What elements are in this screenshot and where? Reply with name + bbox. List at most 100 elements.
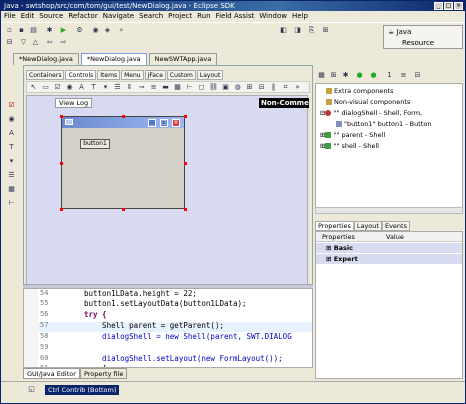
date-control-icon[interactable]: ▣ bbox=[221, 83, 230, 92]
tab-events[interactable]: Events bbox=[381, 221, 410, 231]
toolbar-control-icon[interactable]: ⊞ bbox=[245, 83, 254, 92]
menu-file[interactable]: File bbox=[4, 11, 16, 22]
canvas-control-icon[interactable]: ◻ bbox=[197, 83, 206, 92]
design-canvas[interactable]: View Log Non-Comme _ □ × button1 bbox=[26, 95, 309, 285]
tree-item[interactable]: ⊟ "" dialogShell - Shell, Form, bbox=[320, 109, 422, 117]
menu-run[interactable]: Run bbox=[197, 11, 210, 22]
menu-help[interactable]: Help bbox=[292, 11, 308, 22]
checkbox-icon[interactable]: ☑ bbox=[7, 101, 16, 110]
green-dot-icon[interactable]: ● bbox=[369, 71, 378, 80]
perspective-icon[interactable]: ◧ bbox=[279, 26, 288, 35]
property-group-expert[interactable]: ⊞ Expert bbox=[316, 254, 462, 264]
link-control-icon[interactable]: ⛓ bbox=[209, 83, 218, 92]
menu-field-assist[interactable]: Field Assist bbox=[216, 11, 255, 22]
tab-menu[interactable]: Menu bbox=[121, 70, 144, 80]
save-icon[interactable]: ▪ bbox=[17, 26, 26, 35]
open-perspective-icon[interactable]: ⊞ bbox=[321, 26, 330, 35]
selection-handle[interactable] bbox=[184, 208, 187, 211]
status-green-icon[interactable]: ● bbox=[355, 71, 364, 80]
minimize-button[interactable]: _ bbox=[434, 2, 443, 10]
tools-icon[interactable]: ✱ bbox=[341, 71, 350, 80]
collapse-icon[interactable]: ⊟ bbox=[413, 71, 422, 80]
selection-handle[interactable] bbox=[184, 162, 187, 165]
tab-controls[interactable]: Controls bbox=[65, 70, 97, 80]
table-control-icon[interactable]: ▦ bbox=[173, 83, 182, 92]
layout-icon[interactable]: ⊞ bbox=[329, 71, 338, 80]
search-icon[interactable]: ⌕ bbox=[117, 26, 126, 35]
tab-newswtapp[interactable]: NewSWTApp.java bbox=[148, 53, 218, 65]
number-icon[interactable]: 1 bbox=[385, 71, 394, 80]
next-annotation-icon[interactable]: ▽ bbox=[19, 38, 28, 47]
maximize-button[interactable]: □ bbox=[444, 2, 453, 10]
list-icon[interactable]: ☰ bbox=[7, 171, 16, 180]
check-control-icon[interactable]: ☑ bbox=[53, 83, 62, 92]
tab-items[interactable]: Items bbox=[97, 70, 121, 80]
combo-control-icon[interactable]: ▾ bbox=[101, 83, 110, 92]
debug-icon[interactable]: ✱ bbox=[45, 26, 54, 35]
menu-refactor[interactable]: Refactor bbox=[68, 11, 97, 22]
grid-icon[interactable]: ▦ bbox=[317, 71, 326, 80]
spinner-control-icon[interactable]: ⇕ bbox=[125, 83, 134, 92]
tab-layout[interactable]: Layout bbox=[196, 70, 224, 80]
menu-search[interactable]: Search bbox=[139, 11, 163, 22]
menu-edit[interactable]: Edit bbox=[21, 11, 35, 22]
tab-newdialog-2[interactable]: *NewDialog.java bbox=[80, 53, 147, 65]
selection-handle[interactable] bbox=[60, 208, 63, 211]
radio-icon[interactable]: ◉ bbox=[7, 115, 16, 124]
tree-item[interactable]: ⊞ "" shell - Shell bbox=[320, 142, 379, 150]
tab-gui-java-editor[interactable]: GUI/Java Editor bbox=[23, 368, 80, 379]
menu-window[interactable]: Window bbox=[259, 11, 287, 22]
new-class-icon[interactable]: ◉ bbox=[91, 26, 100, 35]
sash-control-icon[interactable]: ‖ bbox=[269, 83, 278, 92]
tab-property-file[interactable]: Property file bbox=[79, 368, 128, 379]
text-icon[interactable]: T bbox=[7, 143, 16, 152]
selection-handle[interactable] bbox=[60, 162, 63, 165]
button1-preview[interactable]: button1 bbox=[80, 139, 110, 149]
view-log-tab[interactable]: View Log bbox=[55, 98, 93, 108]
new-icon[interactable]: ▫ bbox=[5, 26, 14, 35]
tab-properties[interactable]: Properties bbox=[315, 221, 354, 231]
tree-item[interactable]: Non-visual components bbox=[326, 98, 410, 106]
print-icon[interactable]: ▤ bbox=[29, 26, 38, 35]
external-tools-icon[interactable]: ⚙ bbox=[75, 26, 84, 35]
forward-icon[interactable]: ⇨ bbox=[59, 38, 68, 47]
tree-control-icon[interactable]: ⊢ bbox=[185, 83, 194, 92]
coolbar-control-icon[interactable]: ⊟ bbox=[257, 83, 266, 92]
combo-icon[interactable]: ▾ bbox=[7, 157, 16, 166]
format-icon[interactable]: ≡ bbox=[399, 71, 408, 80]
open-type-icon[interactable]: ◈ bbox=[103, 26, 112, 35]
code-editor[interactable]: 54 55 56 57 58 59 60 61 button1LData.hei… bbox=[23, 288, 313, 368]
back-icon[interactable]: ⇦ bbox=[45, 38, 54, 47]
table-icon[interactable]: ▦ bbox=[7, 185, 16, 194]
pointer-icon[interactable]: ↖ bbox=[29, 83, 38, 92]
radio-control-icon[interactable]: ◉ bbox=[65, 83, 74, 92]
label-icon[interactable]: A bbox=[7, 129, 16, 138]
java-perspective-button[interactable]: ☕ Java bbox=[388, 28, 411, 36]
label-control-icon[interactable]: A bbox=[77, 83, 86, 92]
selection-handle[interactable] bbox=[122, 208, 125, 211]
selection-handle[interactable] bbox=[184, 115, 187, 118]
selection-handle[interactable] bbox=[122, 115, 125, 118]
list-control-icon[interactable]: ☰ bbox=[113, 83, 122, 92]
resource-perspective-button[interactable]: Resource bbox=[402, 39, 434, 47]
tree-item[interactable]: ⊞ "" parent - Shell bbox=[320, 131, 385, 139]
browser-control-icon[interactable]: ◍ bbox=[233, 83, 242, 92]
fast-view-icon[interactable]: ◱ bbox=[27, 385, 36, 394]
scale-control-icon[interactable]: ≡ bbox=[149, 83, 158, 92]
menu-project[interactable]: Project bbox=[168, 11, 192, 22]
button-control-icon[interactable]: ▭ bbox=[41, 83, 50, 92]
tree-item[interactable]: "button1" button1 - Button bbox=[336, 120, 431, 128]
tab-newdialog-1[interactable]: *NewDialog.java bbox=[13, 53, 79, 65]
text-control-icon[interactable]: T bbox=[89, 83, 98, 92]
menu-source[interactable]: Source bbox=[39, 11, 63, 22]
group-control-icon[interactable]: ⌗ bbox=[281, 83, 290, 92]
selection-handle[interactable] bbox=[60, 115, 63, 118]
run-icon[interactable]: ▶ bbox=[59, 26, 68, 35]
close-button[interactable]: × bbox=[454, 2, 463, 10]
gui-builder-icon[interactable]: ◨ bbox=[293, 26, 302, 35]
tab-jface[interactable]: JFace bbox=[144, 70, 166, 80]
property-group-basic[interactable]: ⊞ Basic bbox=[316, 243, 462, 253]
dialog-shell-preview[interactable]: _ □ × button1 bbox=[61, 116, 185, 209]
tree-icon[interactable]: ⊢ bbox=[7, 199, 16, 208]
prev-annotation-icon[interactable]: △ bbox=[31, 38, 40, 47]
